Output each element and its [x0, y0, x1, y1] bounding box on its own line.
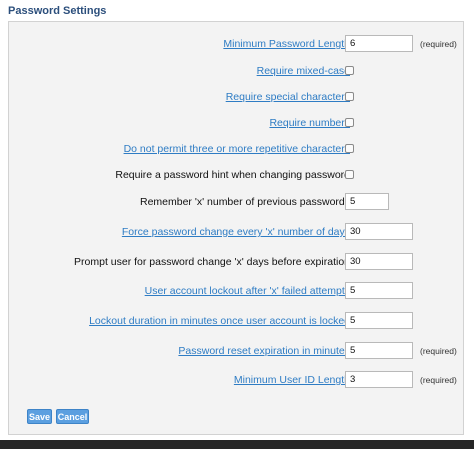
password-hint-row: Require a password hint when changing pa… [9, 166, 465, 185]
numbers-checkbox[interactable] [345, 118, 354, 127]
min-userid-label[interactable]: Minimum User ID Length [234, 371, 350, 390]
special-chars-label[interactable]: Require special characters [226, 88, 350, 107]
no-repeat-checkbox[interactable] [345, 144, 354, 153]
force-change-input[interactable]: 30 [345, 223, 413, 240]
min-userid-row: Minimum User ID Length 3 (required) [9, 371, 465, 390]
numbers-row: Require numbers [9, 114, 465, 133]
force-change-row: Force password change every 'x' number o… [9, 223, 465, 242]
lockout-attempts-label[interactable]: User account lockout after 'x' failed at… [145, 282, 350, 301]
mixed-case-row: Require mixed-case [9, 62, 465, 81]
reset-expiration-label[interactable]: Password reset expiration in minutes [178, 342, 350, 361]
numbers-label[interactable]: Require numbers [269, 114, 350, 133]
remember-passwords-row: Remember 'x' number of previous password… [9, 193, 465, 212]
remember-passwords-input[interactable]: 5 [345, 193, 389, 210]
password-settings-panel: Minimum Password Length 6 (required) Req… [8, 21, 464, 435]
required-note: (required) [420, 346, 457, 356]
required-note: (required) [420, 39, 457, 49]
no-repeat-label[interactable]: Do not permit three or more repetitive c… [124, 140, 350, 159]
special-chars-checkbox[interactable] [345, 92, 354, 101]
page-title: Password Settings [8, 5, 107, 17]
password-hint-checkbox[interactable] [345, 170, 354, 179]
min-password-length-row: Minimum Password Length 6 (required) [9, 35, 465, 54]
reset-expiration-row: Password reset expiration in minutes 5 (… [9, 342, 465, 361]
mixed-case-label[interactable]: Require mixed-case [257, 62, 350, 81]
lockout-attempts-row: User account lockout after 'x' failed at… [9, 282, 465, 301]
required-note: (required) [420, 375, 457, 385]
lockout-duration-input[interactable]: 5 [345, 312, 413, 329]
prompt-change-input[interactable]: 30 [345, 253, 413, 270]
password-hint-label: Require a password hint when changing pa… [115, 169, 350, 181]
force-change-label[interactable]: Force password change every 'x' number o… [122, 223, 350, 242]
prompt-change-label: Prompt user for password change 'x' days… [74, 256, 350, 268]
save-button[interactable]: Save [27, 409, 52, 424]
mixed-case-checkbox[interactable] [345, 66, 354, 75]
bottom-bar [0, 440, 474, 449]
remember-passwords-label: Remember 'x' number of previous password… [139, 196, 350, 208]
no-repeat-row: Do not permit three or more repetitive c… [9, 140, 465, 159]
special-chars-row: Require special characters [9, 88, 465, 107]
lockout-duration-row: Lockout duration in minutes once user ac… [9, 312, 465, 331]
cancel-button[interactable]: Cancel [56, 409, 89, 424]
min-userid-input[interactable]: 3 [345, 371, 413, 388]
lockout-duration-label[interactable]: Lockout duration in minutes once user ac… [89, 312, 350, 331]
reset-expiration-input[interactable]: 5 [345, 342, 413, 359]
min-password-length-label[interactable]: Minimum Password Length [223, 35, 350, 54]
min-password-length-input[interactable]: 6 [345, 35, 413, 52]
prompt-change-row: Prompt user for password change 'x' days… [9, 253, 465, 272]
lockout-attempts-input[interactable]: 5 [345, 282, 413, 299]
